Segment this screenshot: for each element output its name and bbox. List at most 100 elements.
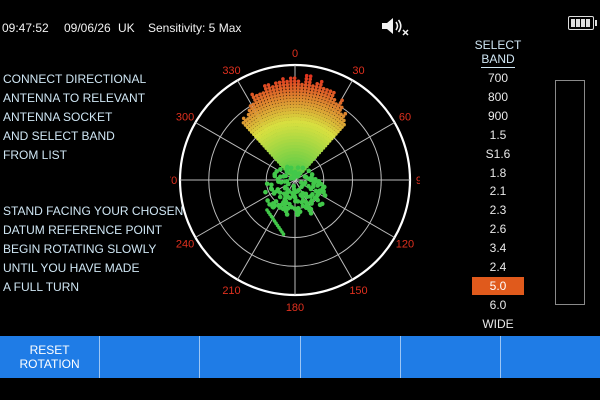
instruction-line: UNTIL YOU HAVE MADE — [3, 261, 140, 275]
signal-dot — [279, 92, 284, 97]
signal-dot — [300, 194, 305, 199]
signal-level-meter — [555, 80, 585, 305]
signal-dot — [283, 208, 289, 214]
band-header-line2: BAND — [481, 52, 515, 68]
signal-dot — [296, 187, 301, 193]
signal-dot — [317, 202, 323, 208]
angle-label: 240 — [176, 239, 194, 251]
signal-dot — [289, 82, 293, 87]
signal-dot — [282, 185, 288, 191]
band-option[interactable]: 2.3 — [472, 201, 524, 219]
signal-dot — [271, 191, 277, 196]
band-header-line1: SELECT — [474, 38, 522, 52]
polar-plot: 0 30 60 90 120 150 180 210 240 270 300 330 — [170, 48, 420, 314]
signal-dot — [292, 94, 297, 99]
band-option[interactable]: 2.1 — [472, 182, 524, 200]
band-option[interactable]: 2.4 — [472, 258, 524, 276]
band-option[interactable]: 5.0 — [472, 276, 524, 295]
softkey-button[interactable] — [200, 336, 301, 378]
signal-dot — [273, 94, 277, 98]
signal-dot — [296, 85, 301, 90]
signal-dot — [316, 178, 322, 184]
signal-dot — [277, 194, 283, 200]
band-option[interactable]: 2.6 — [472, 220, 524, 238]
softkey-button[interactable] — [401, 336, 501, 378]
signal-dot — [285, 79, 289, 84]
signal-dot — [308, 99, 312, 104]
signal-dot — [297, 171, 302, 176]
signal-dot — [343, 111, 348, 116]
angle-label: 30 — [352, 65, 364, 77]
signal-dot — [292, 98, 297, 102]
signal-dot — [315, 81, 320, 86]
signal-dot — [254, 93, 259, 98]
signal-dot — [292, 76, 297, 80]
softkey-bar: RESET ROTATION — [0, 336, 600, 378]
signal-dot — [273, 199, 279, 204]
signal-dot — [270, 204, 276, 210]
softkey-button[interactable] — [100, 336, 201, 378]
angle-label: 150 — [349, 285, 367, 297]
band-option[interactable]: WIDE — [472, 315, 524, 333]
clock-time: 09:47:52 — [2, 21, 49, 35]
signal-dot — [332, 90, 336, 95]
signal-dot — [282, 89, 287, 93]
reset-rotation-button[interactable]: RESET ROTATION — [0, 336, 101, 378]
signal-dot — [282, 92, 287, 97]
signal-dot — [292, 88, 297, 93]
band-option[interactable]: 1.8 — [472, 164, 524, 182]
signal-dot — [292, 85, 297, 90]
instruction-line: DATUM REFERENCE POINT — [3, 223, 163, 237]
signal-dot — [299, 88, 304, 93]
signal-dot — [308, 77, 313, 82]
signal-dot — [311, 97, 316, 101]
signal-dot — [303, 83, 308, 87]
signal-dot — [305, 98, 309, 103]
signal-dot — [299, 92, 304, 96]
instruction-line: ANTENNA SOCKET — [3, 110, 113, 124]
signal-dot — [299, 85, 304, 90]
band-option[interactable]: S1.6 — [472, 145, 524, 163]
instruction-line: STAND FACING YOUR CHOSEN — [3, 204, 184, 218]
band-option[interactable]: 6.0 — [472, 296, 524, 314]
angle-label: 60 — [399, 112, 411, 124]
signal-dot — [312, 94, 317, 98]
signal-dot — [286, 98, 291, 102]
signal-dot — [291, 186, 297, 192]
signal-dot — [304, 76, 309, 81]
angle-label: 0 — [292, 48, 298, 60]
signal-dot — [279, 89, 283, 94]
signal-dot — [269, 186, 275, 192]
signal-dot — [278, 86, 283, 91]
band-option[interactable]: 800 — [472, 88, 524, 106]
region-label: UK — [118, 21, 135, 35]
signal-dot — [304, 73, 309, 78]
signal-dot — [287, 201, 292, 207]
date: 09/06/26 — [64, 21, 111, 35]
band-option[interactable]: 3.4 — [472, 239, 524, 257]
angle-label: 330 — [222, 65, 240, 77]
signal-dot — [296, 88, 300, 93]
signal-dot — [289, 91, 294, 96]
softkey-button[interactable] — [301, 336, 401, 378]
signal-dot — [301, 182, 307, 187]
signal-dot — [342, 122, 346, 127]
angle-label: 180 — [286, 302, 304, 314]
signal-dot — [271, 85, 275, 89]
signal-dot — [278, 83, 282, 88]
speaker-mute-icon[interactable] — [380, 15, 410, 37]
band-option[interactable]: 900 — [472, 107, 524, 125]
softkey-button[interactable] — [501, 336, 600, 378]
band-option[interactable]: 1.5 — [472, 126, 524, 144]
signal-dot — [263, 189, 268, 195]
signal-dot — [281, 83, 286, 87]
signal-dot — [292, 91, 297, 96]
signal-dot — [275, 87, 279, 92]
signal-dot — [296, 95, 300, 99]
signal-dot — [266, 83, 271, 87]
signal-dot — [258, 92, 262, 97]
signal-dot — [292, 82, 297, 87]
signal-dot — [293, 198, 298, 204]
instruction-line: BEGIN ROTATING SLOWLY — [3, 242, 157, 256]
band-option[interactable]: 700 — [472, 69, 524, 87]
